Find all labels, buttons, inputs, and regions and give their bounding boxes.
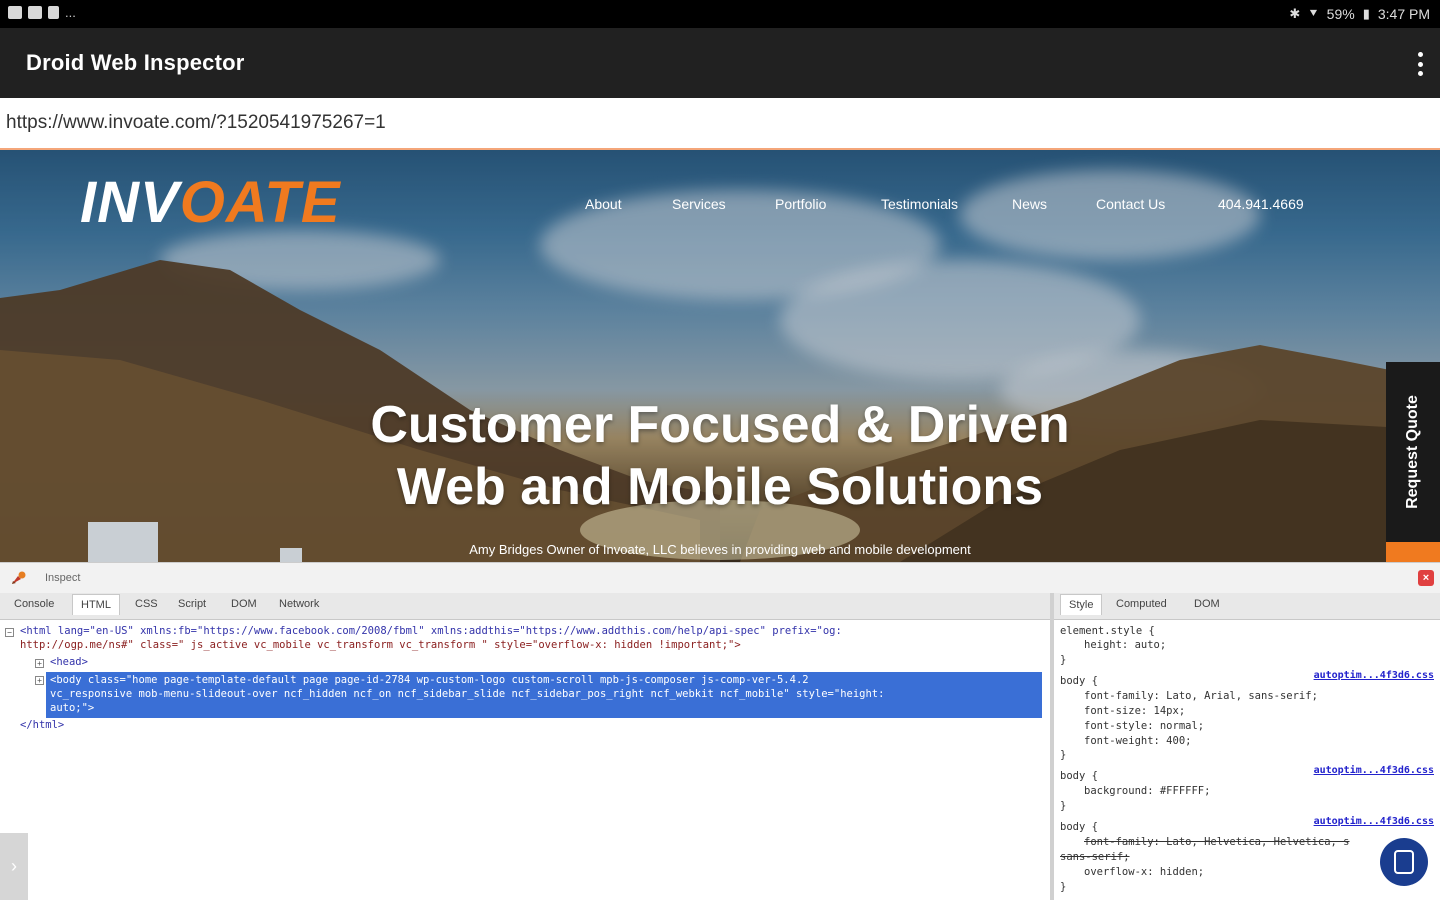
nav-about[interactable]: About (585, 196, 622, 212)
hero-headline: Customer Focused & Driven Web and Mobile… (0, 394, 1440, 518)
rule-property[interactable]: font-size: 14px; (1084, 704, 1185, 718)
tab-network[interactable]: Network (279, 598, 319, 610)
rule-property[interactable]: font-weight: 400; (1084, 734, 1191, 748)
copy-icon (1394, 850, 1414, 874)
overflow-menu-icon[interactable] (1416, 52, 1424, 76)
headline-line-1: Customer Focused & Driven (370, 396, 1070, 454)
body-tag-line-2: vc_responsive mob-menu-slideout-over ncf… (50, 688, 885, 700)
rule-close: } (1060, 749, 1067, 761)
rule-close: } (1060, 654, 1067, 666)
notification-icon (48, 6, 59, 19)
request-quote-accent (1386, 542, 1440, 562)
selected-body-node[interactable]: <body class="home page-template-default … (46, 672, 1042, 718)
status-left: ... (8, 6, 76, 19)
side-drawer-chevron-icon[interactable]: › (0, 833, 28, 900)
html-open-tag[interactable]: <html lang="en-US" xmlns:fb="https://www… (20, 624, 842, 638)
battery-level: 59% (1326, 6, 1355, 22)
stylesheet-link[interactable]: autoptim...4f3d6.css (1314, 816, 1434, 827)
rule-selector: body { (1060, 770, 1098, 782)
floating-action-button[interactable] (1380, 838, 1428, 886)
overridden-property-cont: sans-serif; (1060, 851, 1130, 863)
url-bar (0, 98, 1440, 150)
tab-computed[interactable]: Computed (1116, 598, 1167, 610)
hero-subline: Amy Bridges Owner of Invoate, LLC believ… (469, 542, 971, 557)
rule-selector: element.style { (1060, 625, 1155, 637)
rule-selector: body { (1060, 675, 1098, 687)
headline-line-2: Web and Mobile Solutions (396, 458, 1044, 516)
app-bar: Droid Web Inspector (0, 28, 1440, 98)
battery-icon: ▮ (1362, 6, 1370, 21)
url-input[interactable] (4, 108, 1408, 138)
rule-property[interactable]: font-style: normal; (1084, 719, 1204, 733)
request-quote-label: Request Quote (1404, 395, 1421, 509)
head-tag[interactable]: <head> (50, 655, 88, 669)
rule-selector: body { (1060, 821, 1098, 833)
status-bar: ... ✱ ⯆ 59% ▮ 3:47 PM (0, 0, 1440, 28)
expand-head-icon[interactable]: + (35, 659, 44, 668)
style-tabs: Style Computed DOM (1054, 593, 1440, 620)
rule-close: } (1060, 881, 1067, 893)
stylesheet-link[interactable]: autoptim...4f3d6.css (1314, 670, 1434, 681)
logo-flame-o: O (179, 170, 226, 235)
tab-html[interactable]: HTML (72, 594, 120, 615)
tab-script[interactable]: Script (178, 598, 206, 610)
bluetooth-icon: ✱ (1289, 6, 1301, 21)
body-tag-line-1: <body class="home page-template-default … (50, 674, 809, 686)
devtools-toolbar: Inspect × (0, 562, 1440, 594)
tab-console[interactable]: Console (14, 598, 54, 610)
app-title: Droid Web Inspector (26, 50, 245, 75)
nav-services[interactable]: Services (672, 196, 726, 212)
logo-suffix: ATE (225, 170, 341, 235)
close-devtools-icon[interactable]: × (1418, 570, 1434, 586)
rule-close: } (1060, 800, 1067, 812)
inspect-icon[interactable] (10, 570, 28, 586)
devtools-tabs: Console HTML CSS Script DOM Network (0, 593, 1050, 620)
clock: 3:47 PM (1377, 6, 1430, 22)
more-notifications: ... (65, 5, 76, 20)
tab-css[interactable]: CSS (135, 598, 158, 610)
html-close-tag[interactable]: </html> (20, 718, 64, 732)
nav-phone[interactable]: 404.941.4669 (1218, 196, 1304, 212)
html-pane: − <html lang="en-US" xmlns:fb="https://w… (0, 620, 1050, 900)
site-hero: INVOATE About Services Portfolio Testimo… (0, 150, 1440, 562)
collapse-html-icon[interactable]: − (5, 628, 14, 637)
tab-dom[interactable]: DOM (231, 598, 257, 610)
expand-body-icon[interactable]: + (35, 676, 44, 685)
body-tag-line-3: auto;"> (50, 702, 95, 714)
rule-property[interactable]: height: auto; (1084, 638, 1166, 652)
stylesheet-link[interactable]: autoptim...4f3d6.css (1314, 765, 1434, 776)
rule-property[interactable]: font-family: Lato, Arial, sans-serif; (1084, 689, 1318, 703)
tab-style[interactable]: Style (1060, 594, 1103, 615)
site-logo[interactable]: INVOATE (80, 174, 341, 232)
logo-prefix: INV (80, 170, 180, 235)
inspect-button[interactable]: Inspect (45, 572, 80, 584)
overridden-property[interactable]: font-family: Lato, Helvetica, Helvetica,… (1084, 835, 1350, 849)
rule-property[interactable]: overflow-x: hidden; (1084, 865, 1204, 879)
rule-property[interactable]: background: #FFFFFF; (1084, 784, 1210, 798)
nav-testimonials[interactable]: Testimonials (881, 196, 958, 212)
nav-news[interactable]: News (1012, 196, 1047, 212)
gallery-icon (28, 6, 42, 19)
tab-style-dom[interactable]: DOM (1194, 598, 1220, 610)
wifi-icon: ⯆ (1308, 6, 1319, 21)
html-open-tag-cont: http://ogp.me/ns#" class=" js_active vc_… (20, 639, 741, 651)
nav-contact[interactable]: Contact Us (1096, 196, 1165, 212)
status-right: ✱ ⯆ 59% ▮ 3:47 PM (1289, 6, 1430, 22)
request-quote-tab[interactable]: Request Quote (1386, 362, 1440, 542)
image-icon (8, 6, 22, 19)
nav-portfolio[interactable]: Portfolio (775, 196, 826, 212)
